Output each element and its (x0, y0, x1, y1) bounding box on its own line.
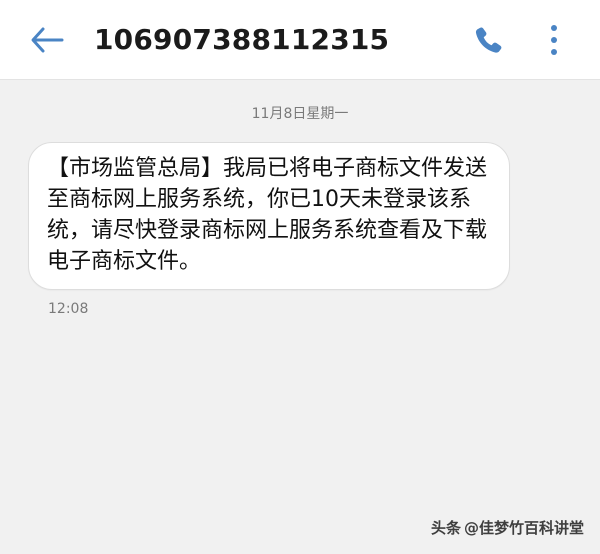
back-button[interactable] (24, 18, 70, 62)
message-timestamp: 12:08 (48, 301, 89, 317)
watermark-brand: 头条 (430, 519, 461, 537)
more-options-button[interactable] (532, 18, 576, 62)
contact-number: 106907388112315 (94, 23, 390, 56)
sms-conversation-screen: 106907388112315 11月8日星期一 【市场监管总局】我局已将电子商… (0, 0, 600, 554)
back-arrow-icon (31, 27, 64, 53)
more-vertical-icon (551, 25, 557, 55)
watermark: 头条 @佳梦竹百科讲堂 (431, 518, 584, 538)
phone-icon (475, 27, 502, 53)
message-text: 【市场监管总局】我局已将电子商标文件发送至商标网上服务系统，你已10天未登录该系… (47, 156, 488, 274)
call-button[interactable] (464, 18, 510, 62)
date-divider: 11月8日星期一 (251, 106, 349, 122)
incoming-message-bubble[interactable]: 【市场监管总局】我局已将电子商标文件发送至商标网上服务系统，你已10天未登录该系… (28, 142, 510, 290)
top-app-bar: 106907388112315 (0, 0, 600, 80)
watermark-user: @佳梦竹百科讲堂 (463, 519, 584, 537)
